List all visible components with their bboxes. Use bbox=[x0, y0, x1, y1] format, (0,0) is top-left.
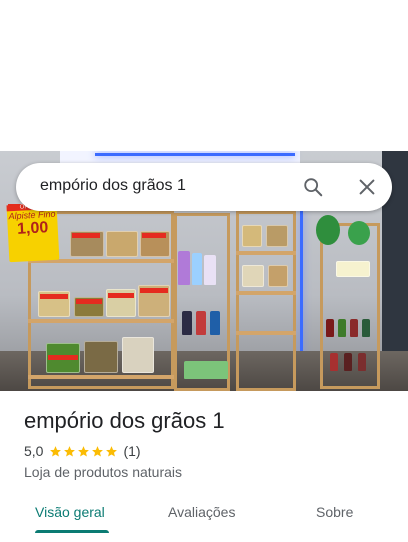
product-bottle bbox=[178, 251, 190, 285]
shelf-plank bbox=[236, 331, 296, 335]
product-bottle bbox=[350, 319, 358, 337]
product-label bbox=[48, 355, 78, 360]
product-jar bbox=[242, 225, 262, 247]
product-box bbox=[184, 361, 228, 379]
product-bottle bbox=[192, 253, 202, 285]
tab-overview[interactable]: Visão geral bbox=[35, 504, 105, 520]
close-icon[interactable] bbox=[356, 176, 378, 198]
product-jar bbox=[242, 265, 264, 287]
product-label bbox=[72, 233, 100, 238]
product-bottle bbox=[358, 353, 366, 371]
product-bottle bbox=[338, 319, 346, 337]
price-sign-price: 1,00 bbox=[16, 219, 49, 238]
product-label bbox=[142, 233, 166, 238]
product-label bbox=[108, 293, 134, 298]
product-bottle bbox=[344, 353, 352, 371]
product-bottle bbox=[204, 255, 216, 285]
active-tab-indicator bbox=[35, 530, 109, 533]
product-jar bbox=[266, 225, 288, 247]
review-count: (1) bbox=[123, 443, 141, 459]
shelf-plank bbox=[236, 251, 296, 255]
search-bar[interactable]: empório dos grãos 1 bbox=[16, 163, 392, 211]
rating-row[interactable]: 5,0 (1) bbox=[24, 443, 141, 459]
search-icon[interactable] bbox=[302, 176, 324, 198]
rating-value: 5,0 bbox=[24, 443, 44, 459]
shelf-plank bbox=[28, 319, 174, 323]
place-category: Loja de produtos naturais bbox=[24, 464, 182, 480]
product-bottle bbox=[210, 311, 220, 335]
star-icon bbox=[50, 445, 62, 457]
product-bottle bbox=[196, 311, 206, 335]
star-icon bbox=[92, 445, 104, 457]
product-jar bbox=[106, 231, 138, 257]
product-jar bbox=[84, 341, 118, 373]
place-title: empório dos grãos 1 bbox=[24, 408, 225, 433]
product-bottle bbox=[326, 319, 334, 337]
star-icon bbox=[78, 445, 90, 457]
product-label bbox=[140, 288, 168, 293]
product-sign bbox=[336, 261, 370, 277]
product-bottle bbox=[330, 353, 338, 371]
product-label bbox=[40, 294, 68, 299]
neon-strip bbox=[95, 153, 295, 156]
tab-reviews[interactable]: Avaliações bbox=[168, 504, 235, 520]
product-bottle bbox=[362, 319, 370, 337]
tab-about[interactable]: Sobre bbox=[316, 504, 353, 520]
product-bottle bbox=[182, 311, 192, 335]
product-jar bbox=[122, 337, 154, 373]
search-input[interactable]: empório dos grãos 1 bbox=[40, 177, 186, 195]
product-label bbox=[76, 299, 102, 304]
plant bbox=[348, 221, 370, 245]
price-sign: OFERTA Alpiste Fino 1,00 bbox=[6, 202, 60, 263]
star-icon bbox=[106, 445, 118, 457]
shelf-plank bbox=[236, 291, 296, 295]
star-icon bbox=[64, 445, 76, 457]
product-jar bbox=[268, 265, 288, 287]
plant bbox=[316, 215, 340, 245]
shelf-plank bbox=[28, 375, 174, 379]
rating-stars bbox=[49, 445, 118, 458]
